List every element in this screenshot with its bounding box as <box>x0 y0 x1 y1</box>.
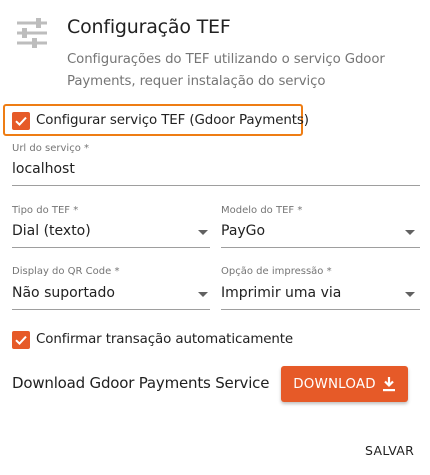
download-button-label: DOWNLOAD <box>293 376 376 392</box>
opcao-impressao-select[interactable]: Imprimir uma via <box>221 285 341 301</box>
modelo-tef-select[interactable]: PayGo <box>221 223 265 239</box>
chevron-down-icon[interactable] <box>405 292 415 297</box>
display-qr-label: Display do QR Code * <box>12 266 120 277</box>
tipo-tef-label: Tipo do TEF * <box>12 205 79 216</box>
auto-confirm-label[interactable]: Confirmar transação automaticamente <box>36 332 293 347</box>
enable-tef-label[interactable]: Configurar serviço TEF (Gdoor Payments) <box>36 113 309 128</box>
page-subtitle: Configurações do TEF utilizando o serviç… <box>67 52 385 89</box>
chevron-down-icon[interactable] <box>405 230 415 235</box>
download-icon <box>382 377 395 392</box>
save-button[interactable]: SALVAR <box>365 443 414 458</box>
tipo-tef-underline <box>12 247 210 248</box>
chevron-down-icon[interactable] <box>198 292 208 297</box>
opcao-impressao-label: Opção de impressão * <box>221 266 332 277</box>
download-description: Download Gdoor Payments Service <box>12 374 270 392</box>
check-icon <box>15 116 27 127</box>
display-qr-underline <box>12 309 210 310</box>
chevron-down-icon[interactable] <box>198 230 208 235</box>
enable-tef-checkbox[interactable] <box>12 112 30 130</box>
page-title: Configuração TEF <box>67 16 231 38</box>
check-icon <box>15 335 27 346</box>
auto-confirm-checkbox[interactable] <box>12 331 30 349</box>
opcao-impressao-underline <box>221 309 420 310</box>
tipo-tef-select[interactable]: Dial (texto) <box>12 223 91 239</box>
modelo-tef-underline <box>221 247 420 248</box>
url-field-label: Url do serviço * <box>12 143 89 154</box>
url-field-underline <box>12 185 420 186</box>
display-qr-select[interactable]: Não suportado <box>12 285 115 301</box>
url-field-input[interactable]: localhost <box>12 161 75 177</box>
sliders-icon <box>17 18 47 48</box>
download-button[interactable]: DOWNLOAD <box>281 366 408 402</box>
modelo-tef-label: Modelo do TEF * <box>221 205 303 216</box>
